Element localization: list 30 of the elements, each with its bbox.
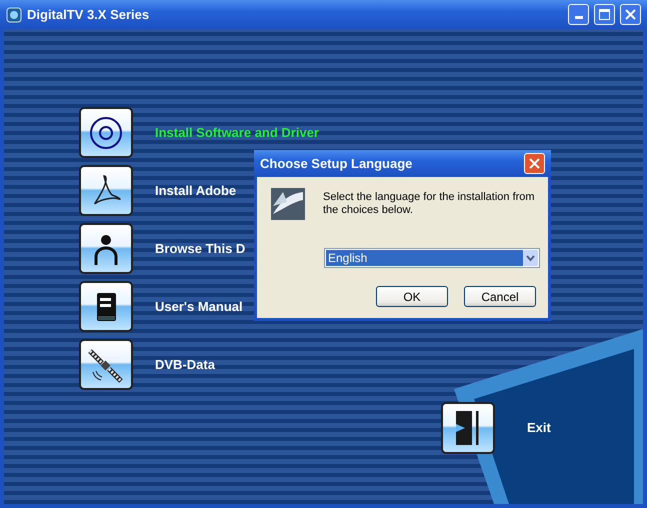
menu-icon-button[interactable] — [79, 107, 133, 158]
exit-button[interactable] — [441, 402, 495, 454]
minimize-icon — [574, 16, 582, 19]
language-dropdown[interactable]: English — [324, 248, 540, 268]
close-button[interactable] — [620, 4, 641, 25]
menu-icon-button[interactable] — [79, 223, 133, 274]
close-icon — [625, 9, 636, 20]
satellite-icon — [88, 346, 124, 382]
menu-link[interactable]: DVB-Data — [155, 354, 215, 374]
window-title: DigitalTV 3.X Series — [27, 6, 150, 24]
setup-logo-icon — [271, 188, 305, 220]
menu-icon-button[interactable] — [79, 339, 133, 390]
menu-icon-button[interactable] — [79, 165, 133, 216]
tv-icon — [6, 6, 22, 22]
dialog-button[interactable]: OK — [376, 286, 448, 307]
dialog-button[interactable]: Cancel — [464, 286, 536, 307]
menu-link[interactable]: User's Manual — [155, 296, 243, 316]
maximize-button[interactable] — [594, 4, 615, 25]
close-icon — [529, 158, 540, 169]
maximize-icon — [599, 9, 610, 20]
disc-icon — [88, 114, 124, 150]
dialog-close-button[interactable] — [524, 153, 545, 174]
exit-label[interactable]: Exit — [527, 418, 551, 438]
menu-link[interactable]: Install Software and Driver — [155, 122, 319, 142]
menu-link[interactable]: Browse This D — [155, 238, 246, 258]
dialog-title: Choose Setup Language — [260, 154, 414, 173]
minimize-button[interactable] — [568, 4, 589, 25]
menu-icon-button[interactable] — [79, 281, 133, 332]
menu-link[interactable]: Install Adobe — [155, 180, 236, 200]
dialog-message: Select the language for the installation from the choices below. — [323, 190, 536, 218]
